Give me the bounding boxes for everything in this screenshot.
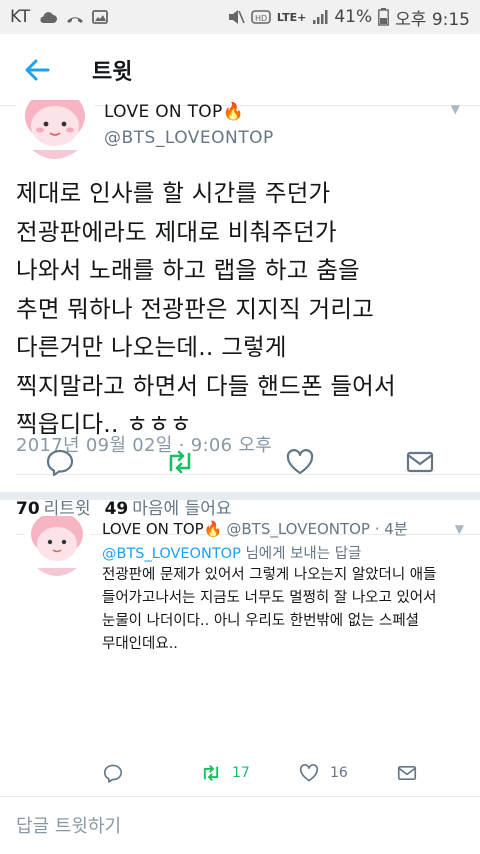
section-separator [0, 492, 480, 500]
page-title: 트윗 [92, 59, 133, 85]
reply-tweet[interactable]: LOVE ON TOP🔥 @BTS_LOVEONTOP · 4분 ▼ @BTS_L… [0, 500, 480, 790]
reply-like-count: 16 [330, 765, 348, 781]
reply-icon [103, 764, 123, 783]
carrier-label: KT [10, 7, 31, 27]
reply-text-line: 전광판에 문제가 있어서 그렇게 나오는지 알았더니 애들 [102, 567, 437, 583]
arrow-left-icon[interactable] [22, 55, 52, 85]
reply-actions: 17 16 [102, 762, 442, 788]
tweet-actions [0, 446, 480, 486]
reply-retweet-count: 17 [232, 765, 250, 781]
reply-header: LOVE ON TOP🔥 @BTS_LOVEONTOP · 4분 [102, 518, 408, 539]
tweet-text-line: 나와서 노래를 하고 랩을 하고 춤을 [16, 256, 360, 284]
reply-meta: @BTS_LOVEONTOP · 4분 [226, 520, 408, 538]
user-handle[interactable]: @BTS_LOVEONTOP [104, 128, 274, 148]
missed-call-icon [67, 17, 84, 23]
envelope-icon[interactable] [404, 446, 436, 478]
clock: 오후 9:15 [395, 9, 470, 30]
reply-icon[interactable] [44, 446, 76, 478]
status-bar: KT HD LTE+ 41% 오후 9:15 [0, 0, 480, 34]
svg-text:HD: HD [255, 14, 267, 23]
reply-display-name[interactable]: LOVE ON TOP🔥 [102, 520, 222, 538]
retweet-icon [203, 765, 219, 781]
reply-reply-button[interactable] [102, 762, 124, 784]
reply-compose-input[interactable]: 답글 트윗하기 [16, 812, 121, 838]
reply-to-suffix: 님에게 보내는 답글 [240, 546, 362, 562]
divider [0, 796, 480, 797]
reply-text-line: 눈물이 나더이다.. 아니 우리도 한번밖에 없는 스페셜 [102, 613, 420, 629]
reply-retweet-button[interactable]: 17 [200, 762, 250, 784]
app-header: 트윗 [0, 34, 480, 106]
battery-percent: 41% [334, 7, 373, 27]
retweet-icon[interactable] [164, 446, 196, 478]
tweet-text-line: 추면 뭐하나 전광판은 지지직 거리고 [16, 294, 374, 323]
mute-icon [228, 10, 245, 24]
reply-dm-button[interactable] [396, 762, 418, 784]
tweet-text-line: 찍지말라고 하면서 다들 핸드폰 들어서 [16, 371, 396, 400]
cloud-icon [40, 12, 58, 23]
gallery-icon [92, 10, 109, 24]
signal-icon [313, 10, 328, 24]
chevron-down-icon[interactable]: ▼ [451, 102, 460, 116]
network-label: LTE+ [276, 10, 307, 24]
battery-icon [378, 8, 390, 26]
reply-text-line: 무대인데요.. [102, 636, 178, 652]
heart-icon[interactable] [284, 446, 316, 478]
reply-to-line: @BTS_LOVEONTOP 님에게 보내는 답글 [102, 542, 361, 563]
envelope-icon [397, 765, 417, 781]
chevron-down-icon[interactable]: ▼ [455, 522, 464, 536]
tweet-text-line: 전광판에라도 제대로 비춰주던가 [16, 217, 337, 246]
reply-like-button[interactable]: 16 [298, 762, 348, 784]
hd-voice-icon: HD [251, 10, 271, 24]
display-name[interactable]: LOVE ON TOP🔥 [104, 102, 244, 122]
tweet-text-line: 다른거만 나오는데.. 그렇게 [16, 333, 287, 361]
tweet-text: 제대로 인사를 할 시간를 주던가 전광판에라도 제대로 비춰주던가 나와서 노… [16, 174, 472, 444]
reply-text: 전광판에 문제가 있어서 그렇게 나오는지 알았더니 애들 들어가고나서는 지금… [102, 564, 472, 656]
avatar[interactable] [24, 516, 90, 582]
avatar[interactable] [16, 100, 94, 166]
reply-to-mention[interactable]: @BTS_LOVEONTOP [102, 546, 241, 562]
heart-icon [299, 764, 319, 782]
reply-text-line: 들어가고나서는 지금도 너무도 멀쩡히 잘 나오고 있어서 [102, 590, 437, 606]
tweet-text-line: 제대로 인사를 할 시간를 주던가 [16, 179, 331, 207]
